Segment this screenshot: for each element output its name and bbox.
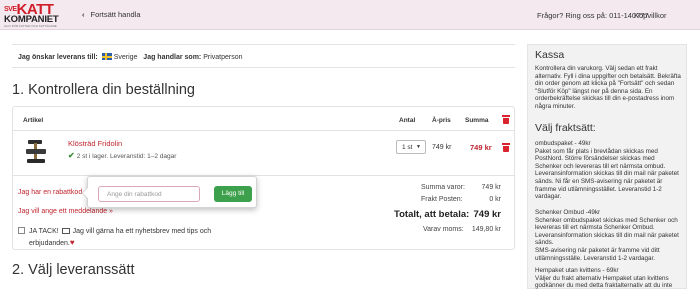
total-label: Totalt, att betala: (394, 209, 470, 220)
sidebar-title: Kassa (535, 49, 565, 61)
col-unit-price: À-pris (432, 117, 451, 124)
sidebar-intro: Kontrollera din varukorg. Välj sedan ett… (535, 65, 681, 110)
newsletter-yes: JA TACK! (29, 228, 59, 235)
section-title-check-order: 1. Kontrollera din beställning (12, 82, 195, 98)
product-stock-text: 2 st i lager. Leveranstid: 1–2 dagar (76, 153, 177, 160)
delivery-country-value[interactable]: Sverige (114, 54, 138, 61)
logo-tagline: ALLT FÖR KATTER OCH KATTÄGARE (4, 24, 57, 28)
col-qty: Antal (399, 117, 416, 124)
newsletter-text-2: erbjudanden. (29, 240, 70, 247)
sweden-flag-icon (101, 53, 112, 60)
remove-item-trash-icon[interactable] (502, 143, 510, 152)
quantity-select[interactable]: 1 st ▼ (396, 140, 426, 154)
coupon-code-link[interactable]: Jag har en rabattkod » (18, 189, 88, 196)
shipping-option[interactable]: ombudspaket - 49kr Paket som får plats i… (535, 140, 683, 201)
shipping-method-title: Välj fraktsätt: (535, 122, 596, 134)
checkmark-icon: ✔ (68, 151, 75, 160)
shipping-label: Frakt Posten: (421, 196, 463, 203)
chevron-down-icon: ▼ (416, 144, 421, 150)
product-image[interactable] (22, 139, 50, 165)
continue-shopping-link[interactable]: ‹ Fortsätt handla (82, 10, 141, 19)
customer-type-value[interactable]: Privatperson (203, 54, 242, 61)
newsletter-optin[interactable]: JA TACK! Jag vill gärna ha ett nyhetsbre… (18, 226, 278, 249)
cart-table-header: Artikel Antal À-pris Summa (13, 107, 514, 131)
section-title-delivery: 2. Välj leveranssätt (12, 262, 135, 278)
terms-link[interactable]: Köpvillkor (634, 11, 667, 20)
vat-value: 149,80 kr (471, 226, 501, 233)
total-value: 749 kr (473, 209, 501, 220)
top-header: SVEKATT KOMPANIET ALLT FÖR KATTER OCH KA… (0, 0, 700, 30)
add-message-link[interactable]: Jag vill ange ett meddelande » (18, 208, 113, 215)
checkout-sidebar: Kassa Kontrollera din varukorg. Välj sed… (527, 44, 687, 289)
newsletter-text: Jag vill gärna ha ett nyhetsbrev med tip… (72, 228, 212, 235)
subtotal-value: 749 kr (481, 184, 501, 191)
col-article: Artikel (23, 117, 44, 124)
store-logo[interactable]: SVEKATT KOMPANIET ALLT FÖR KATTER OCH KA… (4, 2, 66, 28)
heart-icon: ♥ (69, 238, 75, 247)
col-sum: Summa (465, 117, 489, 124)
unit-price: 749 kr (432, 144, 452, 151)
chevron-left-icon: ‹ (82, 10, 85, 19)
coupon-popover: Ange din rabattkod Lägg till (81, 176, 257, 208)
line-sum: 749 kr (470, 143, 492, 152)
shipping-value: 0 kr (489, 196, 501, 203)
envelope-icon (61, 228, 70, 234)
quantity-value: 1 st (402, 144, 413, 151)
phone-text: Frågor? Ring oss på: 011-140777 (537, 11, 649, 20)
continue-shopping-label: Fortsätt handla (90, 10, 141, 19)
coupon-input[interactable]: Ange din rabattkod (98, 186, 200, 202)
delivery-country-label: Jag önskar leverans till: (18, 54, 98, 61)
empty-cart-trash-icon[interactable] (502, 115, 510, 124)
shipping-option[interactable]: Schenker Ombud -49kr Schenker ombudspake… (535, 209, 683, 262)
newsletter-checkbox[interactable] (18, 227, 25, 234)
shipping-option[interactable]: Hempaket utan kvittens - 69kr Väljer du … (535, 267, 683, 289)
product-stock: ✔ 2 st i lager. Leveranstid: 1–2 dagar (68, 151, 176, 160)
apply-coupon-button[interactable]: Lägg till (214, 186, 252, 202)
vat-label: Varav moms: (423, 226, 464, 233)
subtotal-label: Summa varor: (421, 184, 465, 191)
customer-type-label: Jag handlar som: (143, 54, 202, 61)
product-name-link[interactable]: Klösträd Fridolin (68, 139, 122, 148)
logo-prefix: SVE (4, 6, 17, 13)
delivery-settings: Jag önskar leverans till: Sverige Jag ha… (12, 44, 515, 68)
